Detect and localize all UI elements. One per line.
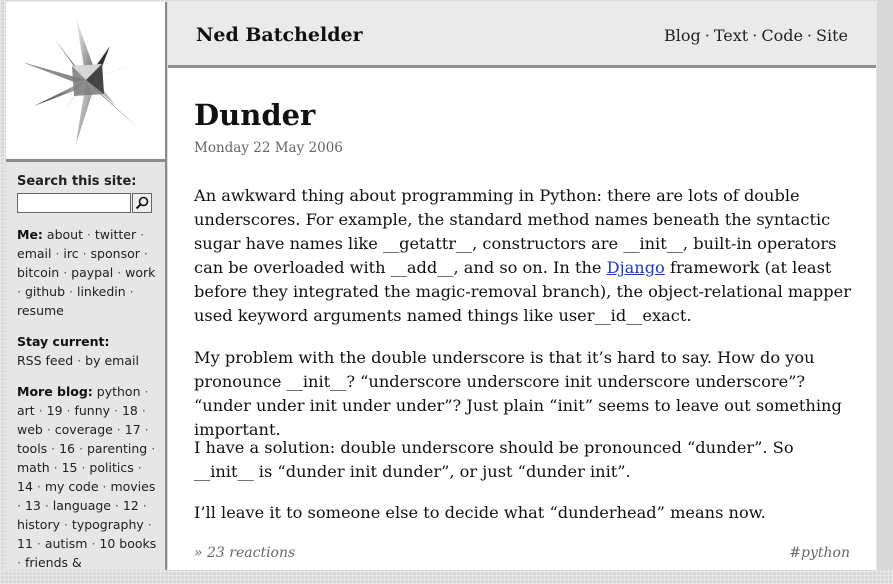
paragraph-1: An awkward thing about programming in Py… bbox=[194, 184, 854, 328]
reactions-link[interactable]: » 23 reactions bbox=[194, 545, 295, 561]
tag-count[interactable]: 16 bbox=[59, 441, 75, 456]
star-logo-icon bbox=[22, 18, 148, 144]
tag-count[interactable]: 15 bbox=[62, 460, 78, 475]
link-paypal[interactable]: paypal bbox=[71, 265, 113, 280]
tag-count[interactable]: 17 bbox=[125, 422, 141, 437]
nav-site[interactable]: Site bbox=[816, 26, 848, 45]
site-logo[interactable] bbox=[6, 2, 165, 162]
tag-count[interactable]: 12 bbox=[123, 498, 139, 513]
sidebar: Search this site: Me: about · twitter · … bbox=[6, 2, 167, 570]
nav-code[interactable]: Code bbox=[761, 26, 803, 45]
tag-link[interactable]: history bbox=[17, 517, 60, 532]
search-input[interactable] bbox=[17, 193, 131, 213]
sidebar-content: Search this site: Me: about · twitter · … bbox=[17, 172, 157, 584]
tag-link[interactable]: tools bbox=[17, 441, 47, 456]
stay-label: Stay current: bbox=[17, 334, 110, 349]
article: Dunder Monday 22 May 2006 An awkward thi… bbox=[194, 98, 854, 522]
tag-link[interactable]: typography bbox=[72, 517, 144, 532]
tag-link[interactable]: web bbox=[17, 422, 43, 437]
search-label: Search this site: bbox=[17, 174, 137, 189]
stay-current: Stay current: RSS feed · by email bbox=[17, 334, 139, 368]
nav-blog[interactable]: Blog bbox=[664, 26, 701, 45]
tag-count[interactable]: 18 bbox=[122, 403, 138, 418]
paragraph-3: I have a solution: double underscore sho… bbox=[194, 438, 794, 481]
search-icon bbox=[135, 196, 149, 210]
tag-count[interactable]: 11 bbox=[17, 536, 33, 551]
search-button[interactable] bbox=[132, 193, 152, 213]
more-blog: More blog: python · art · 19 · funny · 1… bbox=[17, 384, 157, 570]
post-date: Monday 22 May 2006 bbox=[194, 140, 343, 156]
link-about[interactable]: about bbox=[47, 227, 83, 242]
tag-link[interactable]: books bbox=[119, 536, 156, 551]
link-sponsor[interactable]: sponsor bbox=[91, 246, 140, 261]
tag-link[interactable]: parenting bbox=[87, 441, 147, 456]
link-email[interactable]: email bbox=[17, 246, 51, 261]
tag-link[interactable]: movies bbox=[110, 479, 155, 494]
paragraph-4: I’ll leave it to someone else to decide … bbox=[194, 503, 766, 522]
top-bar: Ned Batchelder Blog · Text · Code · Site bbox=[168, 2, 876, 68]
tag-link[interactable]: funny bbox=[74, 403, 110, 418]
tag-link[interactable]: language bbox=[53, 498, 111, 513]
more-label: More blog: bbox=[17, 384, 93, 399]
page-margin bbox=[877, 0, 893, 570]
tag-count[interactable]: 14 bbox=[17, 479, 33, 494]
tag-link[interactable]: friends & bbox=[25, 555, 82, 570]
tag-python[interactable]: #python bbox=[789, 545, 850, 561]
link-rss[interactable]: RSS feed bbox=[17, 353, 73, 368]
link-work[interactable]: work bbox=[125, 265, 155, 280]
page-title: Dunder bbox=[194, 98, 316, 132]
search-form bbox=[17, 193, 157, 213]
main-content: Ned Batchelder Blog · Text · Code · Site Dunde… bbox=[168, 2, 876, 570]
link-by-email[interactable]: by email bbox=[85, 353, 139, 368]
link-irc[interactable]: irc bbox=[63, 246, 78, 261]
me-label: Me: bbox=[17, 227, 43, 242]
tag-count[interactable]: 13 bbox=[25, 498, 41, 513]
link-bitcoin[interactable]: bitcoin bbox=[17, 265, 59, 280]
tag-link[interactable]: coverage bbox=[55, 422, 113, 437]
tag-count[interactable]: 19 bbox=[47, 403, 63, 418]
link-resume[interactable]: resume bbox=[17, 303, 64, 318]
tag-link[interactable]: art bbox=[17, 403, 35, 418]
tag-link[interactable]: politics bbox=[89, 460, 133, 475]
link-github[interactable]: github bbox=[25, 284, 65, 299]
link-linkedin[interactable]: linkedin bbox=[77, 284, 126, 299]
nav-text[interactable]: Text bbox=[714, 26, 748, 45]
link-twitter[interactable]: twitter bbox=[95, 227, 136, 242]
tag-link[interactable]: math bbox=[17, 460, 50, 475]
top-nav: Blog · Text · Code · Site bbox=[664, 26, 848, 45]
tag-count[interactable]: 10 bbox=[99, 536, 115, 551]
site-name[interactable]: Ned Batchelder bbox=[196, 24, 363, 46]
tag-link[interactable]: autism bbox=[45, 536, 88, 551]
paragraph-2: My problem with the double underscore is… bbox=[194, 348, 842, 439]
tag-link[interactable]: python bbox=[97, 384, 141, 399]
me-links: Me: about · twitter · email · irc · spon… bbox=[17, 227, 156, 318]
tag-link[interactable]: my code bbox=[45, 479, 99, 494]
django-link[interactable]: Django bbox=[607, 258, 665, 277]
